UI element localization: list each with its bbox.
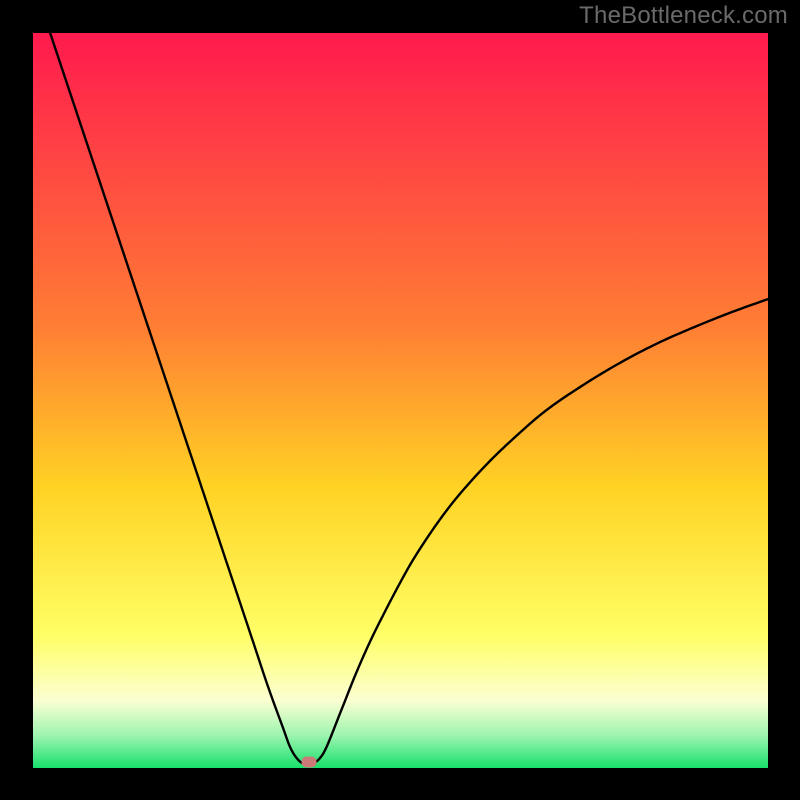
watermark-text: TheBottleneck.com <box>579 2 788 30</box>
plot-svg <box>33 33 768 768</box>
plot-area <box>33 33 768 768</box>
minimum-marker <box>301 757 316 768</box>
chart-frame: TheBottleneck.com <box>0 0 800 800</box>
